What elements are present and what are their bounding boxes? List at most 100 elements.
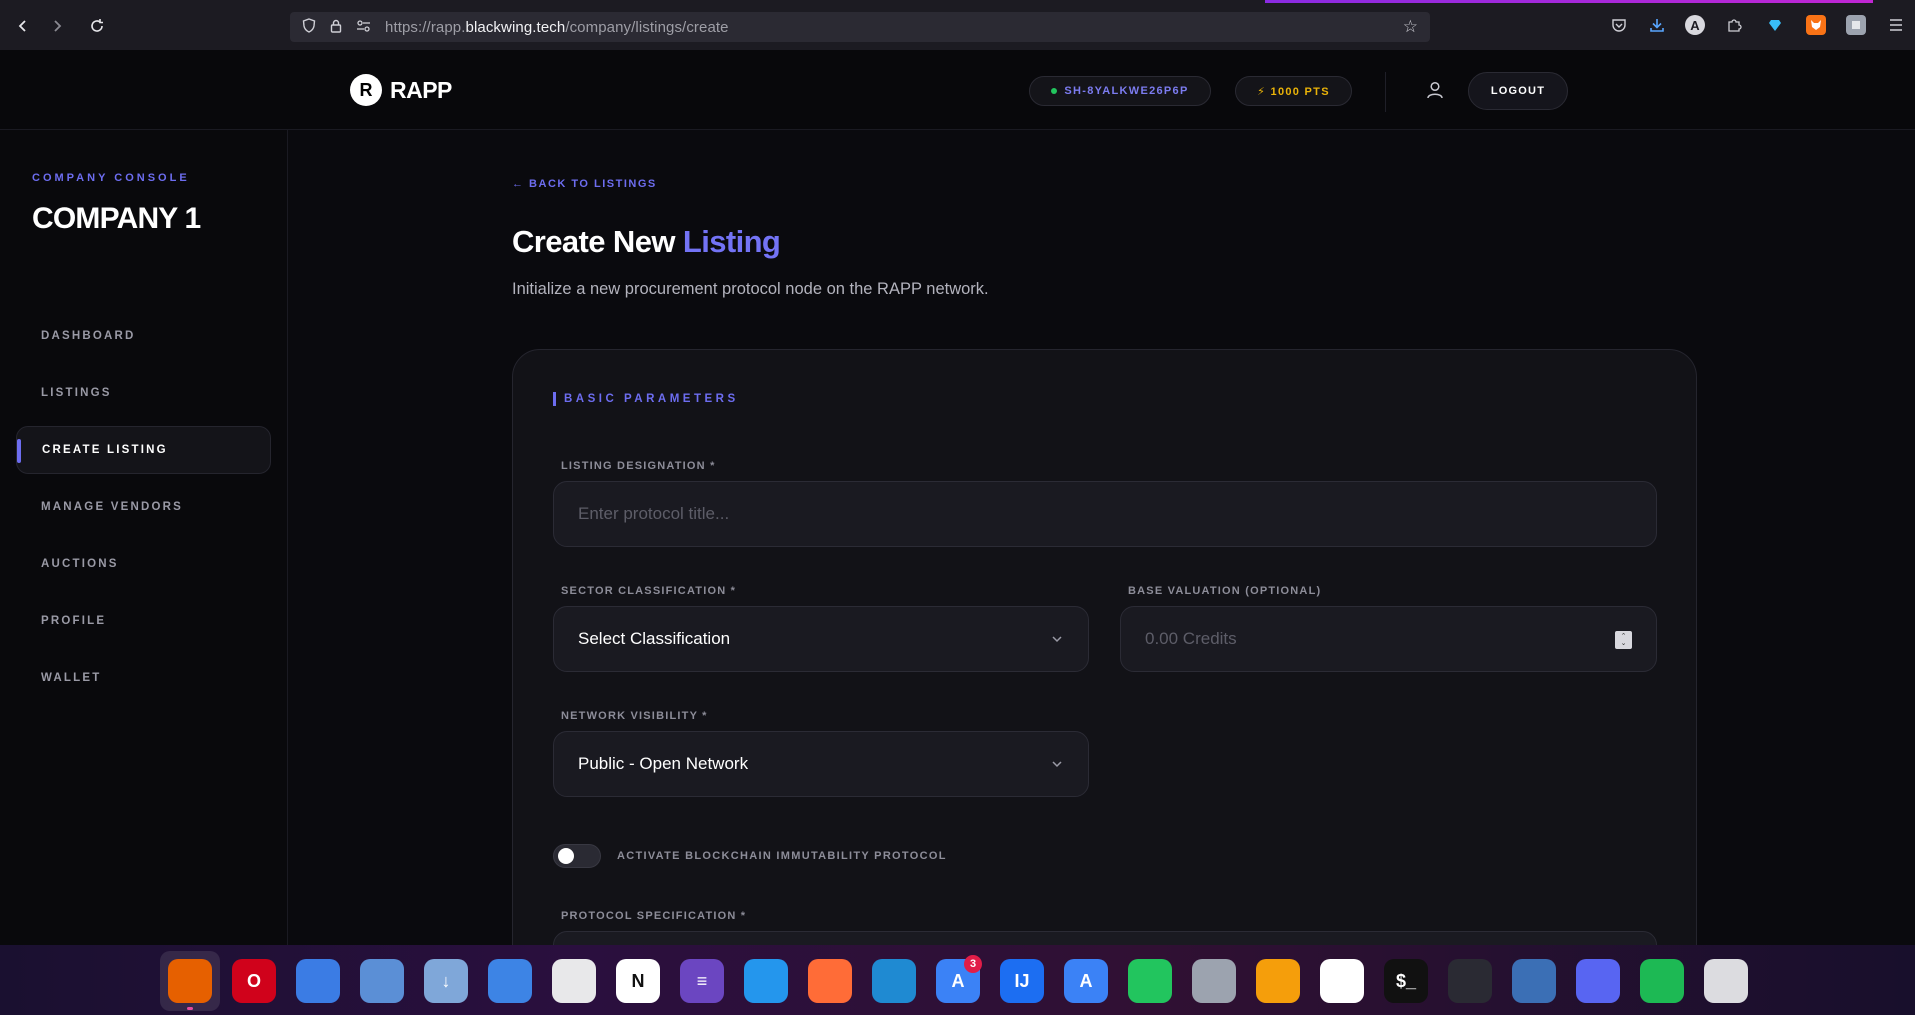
dock-terminal[interactable]: $_ — [1376, 951, 1436, 1011]
address-bar[interactable]: https://rapp.blackwing.tech/company/list… — [290, 12, 1430, 42]
session-id-text: SH-8YALKWE26P6P — [1064, 85, 1189, 97]
system-monitor-icon — [1512, 959, 1556, 1003]
dock-notion[interactable]: N — [608, 951, 668, 1011]
dock-files[interactable] — [352, 951, 412, 1011]
base-valuation-input[interactable]: 0.00 Credits ⌃ ⌄ — [1120, 606, 1657, 672]
intellij-icon: IJ — [1000, 959, 1044, 1003]
square-extension-icon[interactable] — [1846, 15, 1866, 35]
dock-postgres-tool[interactable] — [1248, 951, 1308, 1011]
back-to-listings-link[interactable]: ← BACK TO LISTINGS — [512, 178, 657, 190]
postgres-tool-icon — [1256, 959, 1300, 1003]
chevron-down-icon — [1050, 756, 1064, 770]
dock-text-editor[interactable] — [544, 951, 604, 1011]
dock-postman[interactable] — [800, 951, 860, 1011]
designation-label: LISTING DESIGNATION * — [561, 460, 716, 472]
spotify-icon — [1640, 959, 1684, 1003]
sidebar-item-auctions[interactable]: AUCTIONS — [16, 540, 271, 588]
pocket-icon[interactable] — [1609, 15, 1629, 35]
text-editor-icon — [552, 959, 596, 1003]
dock-planner[interactable]: ≡ — [672, 951, 732, 1011]
back-arrow-icon[interactable] — [10, 13, 36, 39]
network-visibility-select[interactable]: Public - Open Network — [553, 731, 1089, 797]
dock-system-monitor[interactable] — [1504, 951, 1564, 1011]
notion-icon: N — [616, 959, 660, 1003]
dock-apps: O ↓ N ≡ A 3 IJ A $_ — [160, 951, 1756, 1011]
number-spinner-icon[interactable]: ⌃ ⌄ — [1615, 631, 1632, 649]
protocol-specification-textarea[interactable] — [553, 931, 1657, 945]
page-title: Create New Listing — [512, 224, 781, 260]
gem-extension-icon[interactable] — [1765, 15, 1785, 35]
dock-mongodb[interactable] — [1312, 951, 1372, 1011]
gpu-monitor-icon — [1128, 959, 1172, 1003]
sector-selected-value: Select Classification — [578, 629, 731, 648]
logout-button[interactable]: LOGOUT — [1468, 72, 1568, 110]
spec-label: PROTOCOL SPECIFICATION * — [561, 910, 747, 922]
dock-cube-app[interactable] — [1184, 951, 1244, 1011]
url-host: blackwing.tech — [465, 18, 566, 36]
section-label: BASIC PARAMETERS — [553, 392, 739, 406]
sidebar-item-listings[interactable]: LISTINGS — [16, 369, 271, 417]
blockchain-toggle[interactable] — [553, 844, 601, 868]
url-text[interactable]: https://rapp.blackwing.tech/company/list… — [385, 19, 729, 36]
dock-discord[interactable] — [1568, 951, 1628, 1011]
extensions-puzzle-icon[interactable] — [1724, 15, 1744, 35]
discord-icon — [1576, 959, 1620, 1003]
dock-firefox[interactable] — [160, 951, 220, 1011]
files-icon — [360, 959, 404, 1003]
dock-chromium[interactable] — [288, 951, 348, 1011]
page-subtitle: Initialize a new procurement protocol no… — [512, 280, 989, 298]
vscode-icon — [872, 959, 916, 1003]
lock-icon[interactable] — [330, 19, 342, 36]
forward-arrow-icon[interactable] — [44, 13, 70, 39]
bookmark-star-icon[interactable]: ☆ — [1403, 17, 1418, 37]
page-title-main: Create New — [512, 224, 675, 259]
browser-toolbar: https://rapp.blackwing.tech/company/list… — [0, 0, 1915, 50]
site-permissions-icon[interactable] — [356, 19, 371, 35]
dock-document-viewer[interactable] — [480, 951, 540, 1011]
sidebar-item-manage-vendors[interactable]: MANAGE VENDORS — [16, 483, 271, 531]
user-profile-icon[interactable] — [1425, 80, 1445, 100]
listing-designation-input[interactable]: Enter protocol title... — [553, 481, 1657, 547]
dock-app-store[interactable]: A — [1056, 951, 1116, 1011]
dock-spotify[interactable] — [1632, 951, 1692, 1011]
shield-icon[interactable] — [302, 18, 316, 36]
terminal-icon: $_ — [1384, 959, 1428, 1003]
sidebar-nav: DASHBOARD LISTINGS CREATE LISTING MANAGE… — [16, 312, 271, 711]
header-divider — [1385, 72, 1386, 112]
dock-vscode[interactable] — [864, 951, 924, 1011]
rapp-logo[interactable]: R RAPP — [350, 74, 452, 106]
dock-toggle-app[interactable] — [1440, 951, 1500, 1011]
sidebar-item-wallet[interactable]: WALLET — [16, 654, 271, 702]
dock-gpu-monitor[interactable] — [1120, 951, 1180, 1011]
main-content: ← BACK TO LISTINGS Create New Listing In… — [288, 130, 1915, 945]
url-path: /company/listings/create — [565, 18, 729, 36]
dock-opera[interactable]: O — [224, 951, 284, 1011]
dock-downloads[interactable]: ↓ — [416, 951, 476, 1011]
app-store-icon: A — [1064, 959, 1108, 1003]
sidebar-item-dashboard[interactable]: DASHBOARD — [16, 312, 271, 360]
downloads-icon: ↓ — [424, 959, 468, 1003]
fox-extension-icon[interactable] — [1806, 15, 1826, 35]
sector-classification-select[interactable]: Select Classification — [553, 606, 1089, 672]
downloads-icon[interactable] — [1647, 15, 1667, 35]
account-avatar-icon[interactable]: A — [1685, 15, 1705, 35]
page-load-progress — [1265, 0, 1873, 3]
planner-icon: ≡ — [680, 959, 724, 1003]
chromium-icon — [296, 959, 340, 1003]
company-name: COMPANY 1 — [32, 202, 201, 235]
dock-trash[interactable] — [1696, 951, 1756, 1011]
page-title-accent: Listing — [682, 224, 781, 259]
sector-label: SECTOR CLASSIFICATION * — [561, 585, 737, 597]
menu-hamburger-icon[interactable] — [1886, 15, 1906, 35]
sidebar-item-create-listing[interactable]: CREATE LISTING — [16, 426, 271, 474]
sidebar: COMPANY CONSOLE COMPANY 1 DASHBOARD LIST… — [0, 130, 288, 945]
firefox-icon — [168, 959, 212, 1003]
reload-icon[interactable] — [84, 13, 110, 39]
trash-icon — [1704, 959, 1748, 1003]
chevron-down-icon — [1050, 631, 1064, 645]
status-dot — [1051, 88, 1058, 94]
sidebar-item-profile[interactable]: PROFILE — [16, 597, 271, 645]
dock-dev-tool[interactable]: A3 — [928, 951, 988, 1011]
dock-intellij[interactable]: IJ — [992, 951, 1052, 1011]
dock-docker[interactable] — [736, 951, 796, 1011]
